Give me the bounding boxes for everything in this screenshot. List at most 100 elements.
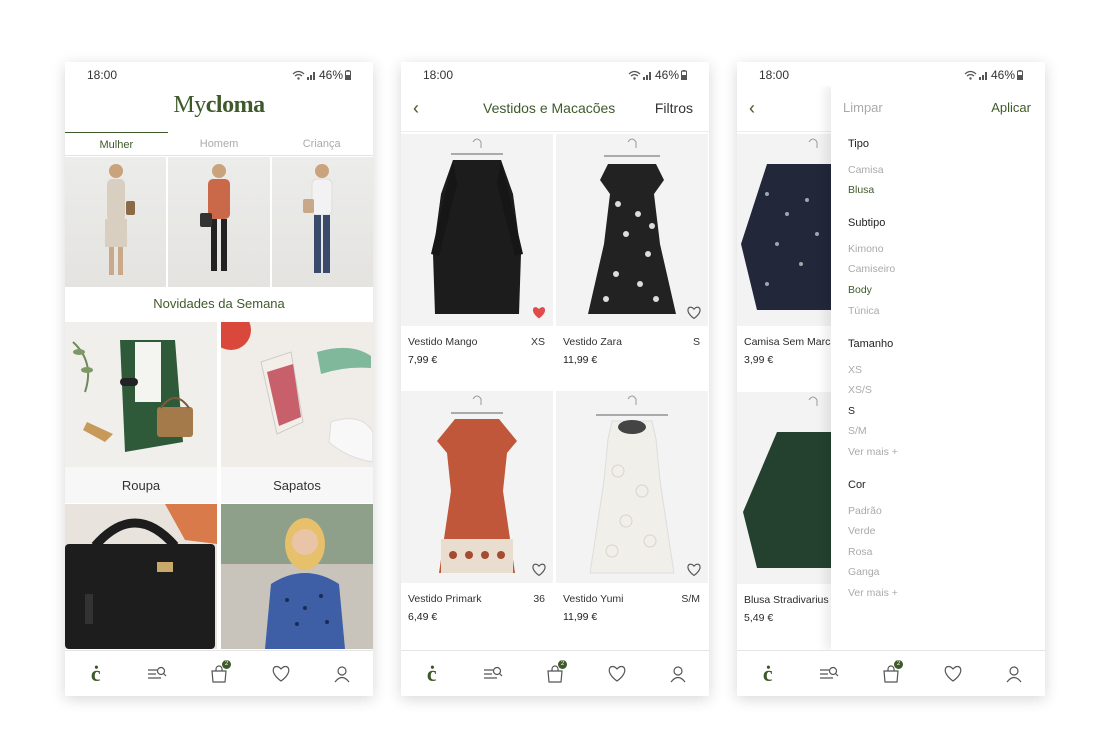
product-image (556, 134, 708, 326)
product-card[interactable]: Vestido Mango XS 7,99 € (401, 134, 553, 389)
filter-option[interactable]: Camisa (848, 164, 884, 176)
apply-filters-button[interactable]: Aplicar (991, 100, 1031, 115)
product-price: 7,99 € (408, 354, 438, 366)
category-bag-image (65, 504, 217, 649)
bag-icon[interactable]: 2 (542, 659, 568, 687)
product-size: S/M (681, 593, 700, 605)
filter-section-subtipo: Subtipo (848, 217, 886, 229)
status-time: 18:00 (759, 68, 790, 82)
filters-button[interactable]: Filtros (655, 100, 693, 116)
see-more-link[interactable]: Ver mais + (848, 587, 898, 599)
category-novidades[interactable] (221, 504, 373, 650)
heart-icon[interactable] (686, 563, 702, 577)
section-title-novidades[interactable]: Novidades da Semana (65, 288, 373, 320)
product-price: 11,99 € (563, 611, 598, 623)
tab-mulher[interactable]: Mulher (65, 132, 168, 155)
wifi-icon (292, 70, 305, 80)
filter-option[interactable]: Verde (848, 525, 875, 537)
product-price: 11,99 € (563, 354, 598, 366)
product-name: Vestido Yumi (563, 593, 624, 605)
filter-section-tipo: Tipo (848, 138, 869, 150)
search-list-icon[interactable] (480, 661, 506, 687)
bottom-nav: ċ 2 (65, 650, 373, 696)
status-time: 18:00 (87, 68, 118, 82)
bottom-nav: ċ 2 (401, 650, 709, 696)
status-time: 18:00 (423, 68, 454, 82)
product-image (401, 134, 553, 326)
category-sapatos-image (221, 322, 373, 467)
back-chevron-icon[interactable]: ‹ (413, 98, 419, 119)
home-logo-icon[interactable]: ċ (755, 661, 781, 687)
filter-option-selected[interactable]: Body (848, 284, 872, 296)
filter-option[interactable]: S/M (848, 425, 867, 437)
heart-icon[interactable] (604, 661, 630, 687)
product-card[interactable]: Vestido Yumi S/M 11,99 € (556, 391, 708, 646)
clear-filters-button[interactable]: Limpar (843, 100, 883, 115)
filter-section-tamanho: Tamanho (848, 338, 894, 350)
status-bar: 18:00 46% (65, 62, 373, 86)
gender-tabs: Mulher Homem Criança (65, 132, 373, 156)
home-logo-icon[interactable]: ċ (83, 661, 109, 687)
category-roupa-label: Roupa (65, 467, 217, 503)
heart-icon[interactable] (686, 306, 702, 320)
filter-option-selected[interactable]: Blusa (848, 184, 874, 196)
user-icon[interactable] (1001, 661, 1027, 687)
filter-option[interactable]: Kimono (848, 243, 884, 255)
heart-icon[interactable] (268, 661, 294, 687)
battery-level: 46% (990, 68, 1015, 82)
product-image (401, 391, 553, 583)
phone-screen-filters: 18:00 46% ‹ Camisa Sem Marca 3,99 € Blus… (737, 62, 1045, 696)
cart-badge: 2 (893, 659, 903, 669)
product-image (556, 391, 708, 583)
filter-option[interactable]: Camiseiro (848, 263, 895, 275)
filter-option[interactable]: Padrão (848, 505, 882, 517)
hero-banner[interactable] (65, 157, 373, 287)
category-sapatos-label: Sapatos (221, 467, 373, 503)
hero-photo-3 (269, 157, 373, 287)
category-roupa[interactable]: Roupa (65, 322, 217, 503)
search-list-icon[interactable] (144, 661, 170, 687)
filter-option[interactable]: XS/S (848, 384, 872, 396)
tab-crianca[interactable]: Criança (270, 132, 373, 155)
heart-icon[interactable] (531, 563, 547, 577)
category-acessorios[interactable] (65, 504, 217, 650)
product-size: 36 (533, 593, 545, 605)
battery-icon (1017, 70, 1023, 80)
filter-option[interactable]: Túnica (848, 305, 880, 317)
search-list-icon[interactable] (816, 661, 842, 687)
category-sapatos[interactable]: Sapatos (221, 322, 373, 503)
product-name: Vestido Mango (408, 336, 478, 348)
status-icons: 46% (964, 68, 1023, 82)
user-icon[interactable] (665, 661, 691, 687)
product-name: Blusa Stradivarius (744, 594, 829, 606)
listing-header: ‹ Vestidos e Macacões Filtros (401, 86, 709, 132)
filter-option[interactable]: Ganga (848, 566, 880, 578)
filter-section-cor: Cor (848, 479, 866, 491)
bottom-nav: ċ 2 (737, 650, 1045, 696)
back-chevron-icon[interactable]: ‹ (749, 98, 755, 119)
see-more-link[interactable]: Ver mais + (848, 446, 898, 458)
product-name: Vestido Zara (563, 336, 622, 348)
tab-homem[interactable]: Homem (168, 132, 271, 155)
product-card[interactable]: Vestido Primark 36 6,49 € (401, 391, 553, 646)
bag-icon[interactable]: 2 (206, 659, 232, 687)
cart-badge: 2 (557, 659, 567, 669)
bag-icon[interactable]: 2 (878, 659, 904, 687)
status-bar: 18:00 46% (401, 62, 709, 86)
battery-level: 46% (654, 68, 679, 82)
product-card[interactable]: Vestido Zara S 11,99 € (556, 134, 708, 389)
heart-icon-favorited[interactable] (531, 306, 547, 320)
filter-option-selected[interactable]: S (848, 405, 855, 417)
hero-photo-1 (65, 157, 167, 287)
user-icon[interactable] (329, 661, 355, 687)
signal-icon (306, 72, 315, 80)
app-logo[interactable]: Mycloma (65, 92, 373, 119)
filter-option[interactable]: XS (848, 364, 862, 376)
product-size: XS (530, 336, 545, 348)
heart-icon[interactable] (940, 661, 966, 687)
product-size: S (692, 336, 700, 348)
home-logo-icon[interactable]: ċ (419, 661, 445, 687)
filter-option[interactable]: Rosa (848, 546, 873, 558)
logo-text-my: My (173, 92, 206, 118)
filter-panel: Limpar Aplicar Tipo Camisa Blusa Subtipo… (831, 86, 1045, 650)
